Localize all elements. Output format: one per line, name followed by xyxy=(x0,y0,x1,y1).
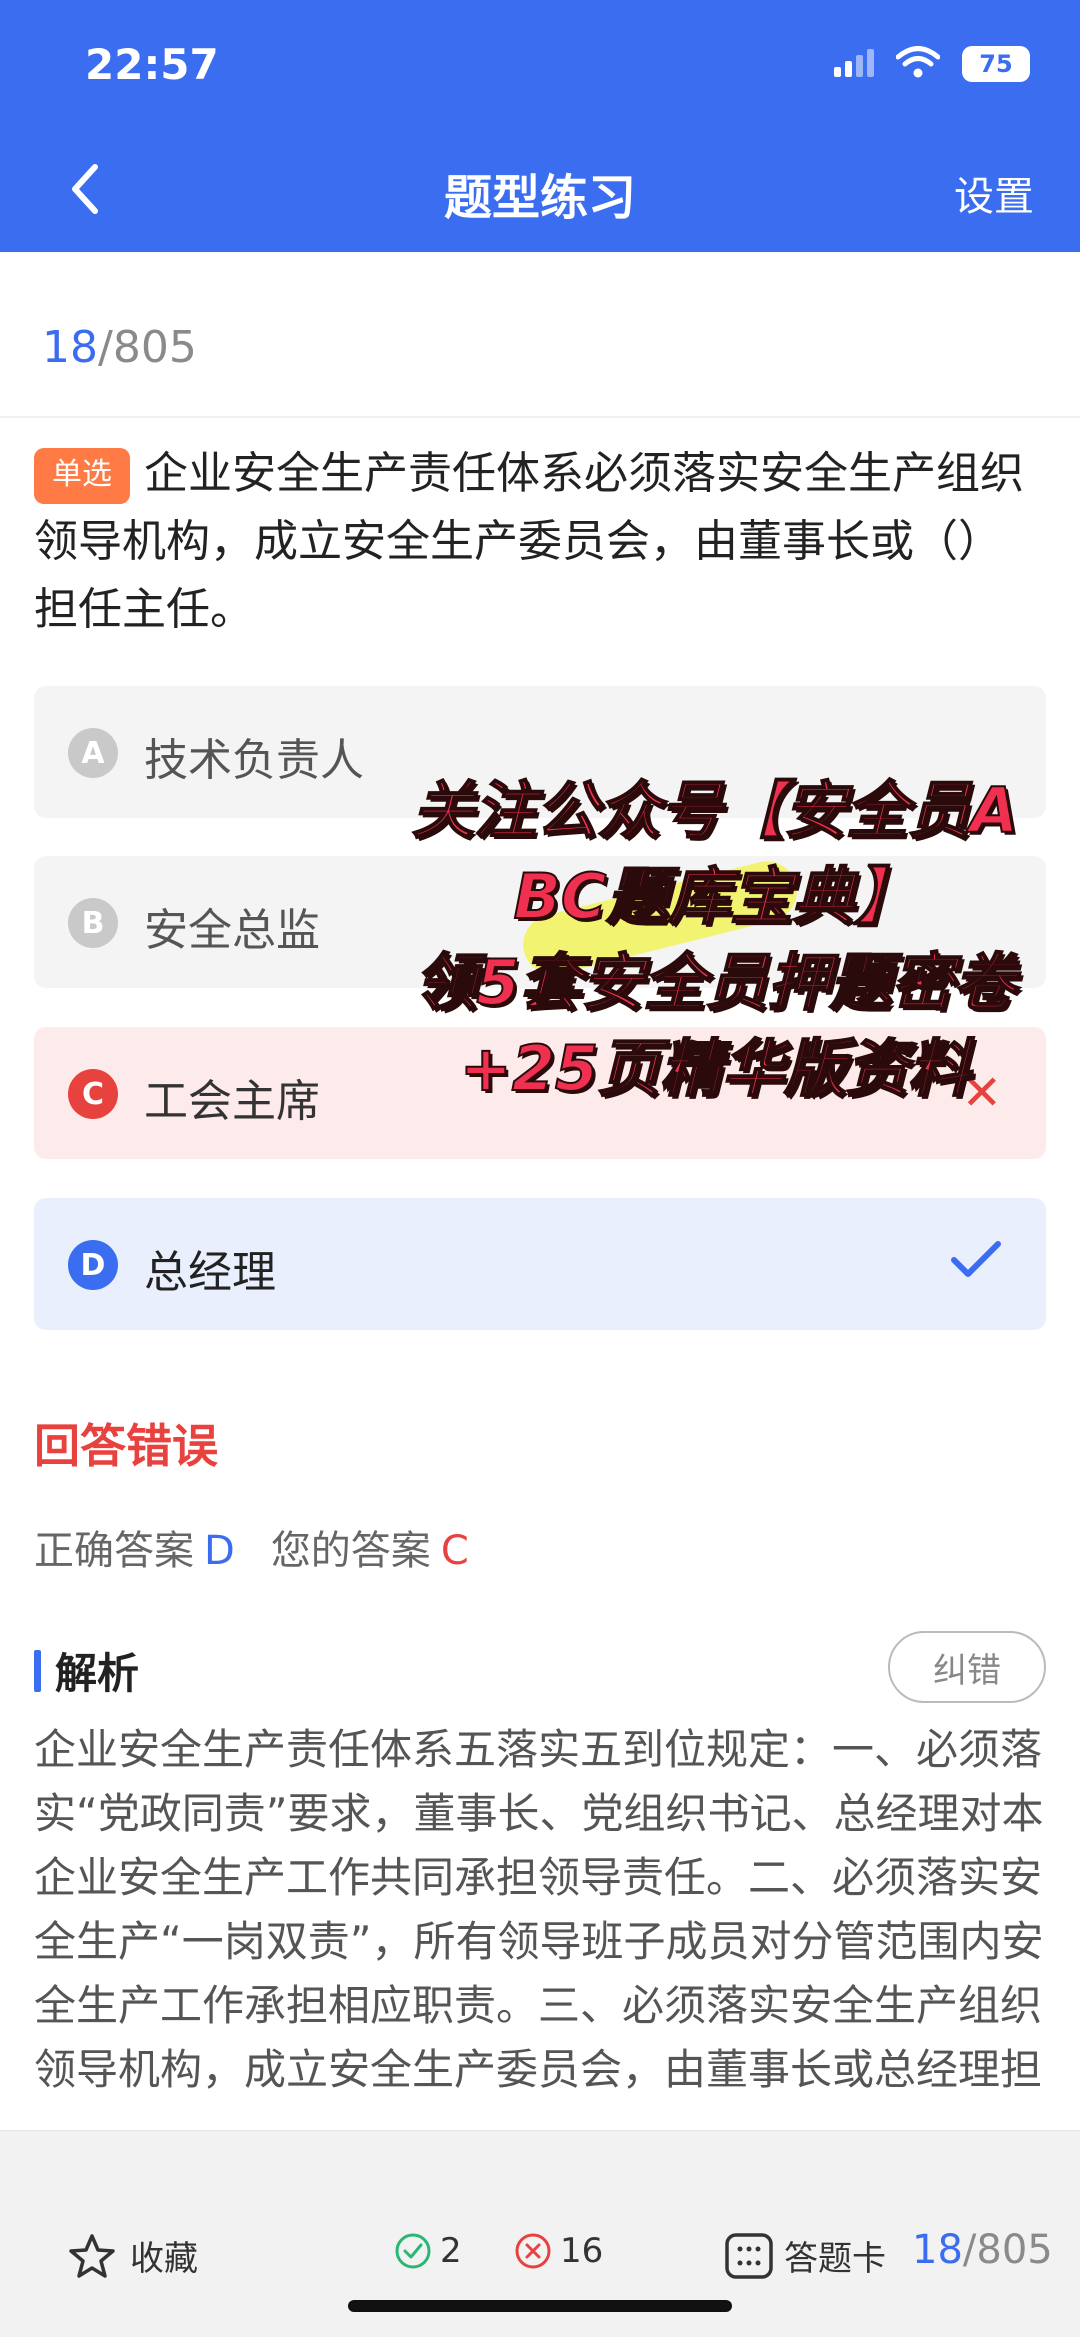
question-type-tag: 单选 xyxy=(34,448,130,504)
analysis-title: 解析 xyxy=(55,1649,140,1698)
section-accent-bar xyxy=(34,1649,41,1692)
status-time: 22:57 xyxy=(85,40,219,89)
status-bar: 22:57 75 xyxy=(0,0,1080,140)
favorite-button[interactable]: 收藏 xyxy=(68,2231,198,2280)
battery-icon: 75 xyxy=(962,46,1030,82)
progress-current: 18 xyxy=(42,322,98,373)
option-letter: A xyxy=(68,728,118,778)
check-circle-icon xyxy=(395,2233,431,2269)
nav-bar: 题型练习 设置 xyxy=(0,140,1080,252)
star-icon xyxy=(69,2233,115,2278)
back-button[interactable] xyxy=(50,154,120,224)
home-indicator xyxy=(348,2300,732,2312)
option-d[interactable]: D 总经理 xyxy=(34,1198,1046,1330)
answer-summary: 正确答案 D 您的答案 C xyxy=(34,1518,469,1576)
question-text: 企业安全生产责任体系必须落实安全生产组织领导机构，成立安全生产委员会，由董事长或… xyxy=(34,448,1024,635)
cross-circle-icon xyxy=(515,2233,551,2269)
option-text: 总经理 xyxy=(144,1247,276,1298)
favorite-label: 收藏 xyxy=(130,2239,198,2279)
cross-icon: ✕ xyxy=(961,1065,1002,1121)
your-answer-label: 您的答案 xyxy=(270,1528,431,1574)
option-text: 技术负责人 xyxy=(144,735,364,786)
option-b[interactable]: B 安全总监 xyxy=(34,856,1046,988)
bottom-progress-total: /805 xyxy=(962,2227,1053,2273)
correct-count-value: 2 xyxy=(440,2231,462,2271)
option-letter: D xyxy=(68,1240,118,1290)
question: 单选 企业安全生产责任体系必须落实安全生产组织领导机构，成立安全生产委员会，由董事… xyxy=(34,440,1044,644)
correct-answer-value: D xyxy=(204,1528,235,1574)
analysis-body: 企业安全生产责任体系五落实五到位规定：一、必须落实“党政同责”要求，董事长、党组… xyxy=(34,1718,1044,2138)
result-title: 回答错误 xyxy=(34,1419,218,1473)
app-header: 22:57 75 题型练习 设置 xyxy=(0,0,1080,252)
your-answer-value: C xyxy=(440,1528,469,1574)
signal-icon xyxy=(834,47,874,81)
option-text: 工会主席 xyxy=(144,1076,320,1127)
bottom-progress-current: 18 xyxy=(912,2227,963,2273)
correction-button[interactable]: 纠错 xyxy=(888,1631,1046,1703)
question-progress: 18/805 xyxy=(42,322,197,373)
wifi-icon xyxy=(895,46,941,82)
option-text: 安全总监 xyxy=(144,905,320,956)
answer-card-label: 答题卡 xyxy=(784,2239,886,2279)
correct-answer-label: 正确答案 xyxy=(34,1528,194,1574)
answer-card-button[interactable]: 答题卡 xyxy=(724,2231,886,2280)
bottom-progress: 18/805 xyxy=(912,2227,1053,2273)
correct-count: 2 xyxy=(394,2231,462,2271)
option-a[interactable]: A 技术负责人 xyxy=(34,686,1046,818)
wrong-count: 16 xyxy=(514,2231,603,2271)
chevron-left-icon xyxy=(72,164,98,214)
option-c[interactable]: C 工会主席 ✕ xyxy=(34,1027,1046,1159)
analysis-header: 解析 xyxy=(34,1640,139,1701)
analysis-text: 企业安全生产责任体系五落实五到位规定：一、必须落实“党政同责”要求，董事长、党组… xyxy=(34,1725,1044,2094)
option-letter: B xyxy=(68,898,118,948)
option-letter: C xyxy=(68,1069,118,1119)
progress-row: 18/805 xyxy=(0,252,1080,418)
progress-total: /805 xyxy=(98,322,197,373)
check-icon xyxy=(950,1236,1002,1292)
page-title: 题型练习 xyxy=(443,170,636,226)
grid-icon xyxy=(725,2232,773,2279)
settings-button[interactable]: 设置 xyxy=(954,164,1034,222)
wrong-count-value: 16 xyxy=(560,2231,604,2271)
status-icons: 75 xyxy=(834,46,1030,82)
